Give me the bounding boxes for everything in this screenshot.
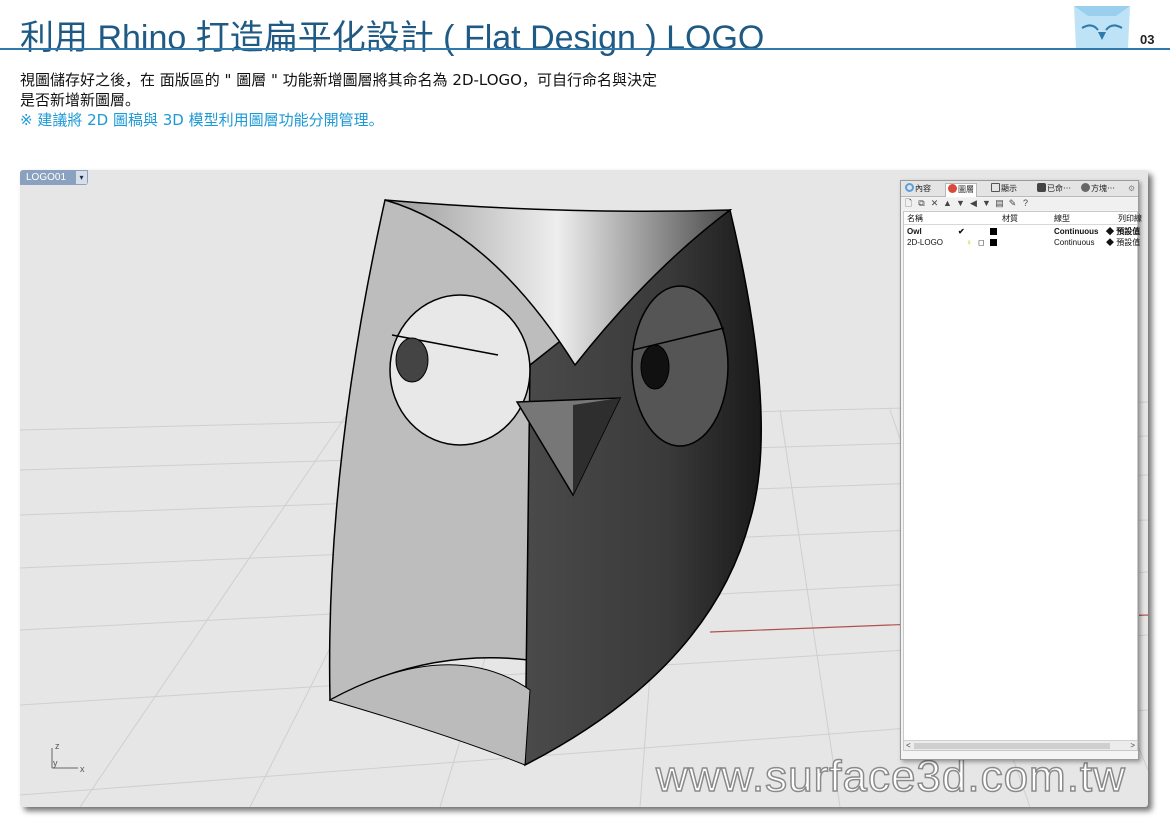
page-number: 03	[1140, 32, 1155, 47]
help-icon[interactable]: ?	[1021, 199, 1030, 208]
panel-tab-bar: 內容 圖層 顯示 已命⋯ 方塊⋯ ⚙	[901, 181, 1138, 197]
move-parent-icon[interactable]: ◀	[969, 199, 978, 208]
title-underline	[0, 48, 1170, 50]
tab-layers[interactable]: 圖層	[945, 183, 977, 197]
col-material[interactable]: 材質	[1002, 213, 1018, 224]
move-up-icon[interactable]: ▲	[943, 199, 952, 208]
axis-z-label: z	[55, 741, 60, 751]
tab-display[interactable]: 顯示	[989, 183, 1019, 197]
owl-3d-model	[328, 199, 762, 767]
display-icon	[991, 183, 1000, 192]
move-down-icon[interactable]: ▼	[956, 199, 965, 208]
layers-panel: 內容 圖層 顯示 已命⋯ 方塊⋯ ⚙ 🗋 ⧉ ✕ ▲ ▼ ◀ ▼ ▤ ✎ ? 名…	[900, 180, 1142, 760]
layer-toolbar: 🗋 ⧉ ✕ ▲ ▼ ◀ ▼ ▤ ✎ ?	[901, 198, 1138, 210]
delete-layer-icon[interactable]: ✕	[930, 199, 939, 208]
layer-color-swatch[interactable]	[990, 228, 997, 235]
layer-visible-bulb-icon[interactable]: ♀	[966, 237, 972, 248]
layer-name: Owl	[907, 227, 922, 236]
owl-left-pupil	[395, 337, 429, 383]
scroll-left-icon[interactable]: <	[906, 741, 911, 751]
named-views-icon	[1037, 183, 1046, 192]
viewport-menu-caret-icon[interactable]: ▾	[76, 171, 87, 184]
page-title: 利用 Rhino 打造扁平化設計 ( Flat Design ) LOGO	[20, 19, 765, 57]
layer-linetype[interactable]: Continuous	[1054, 226, 1098, 237]
axis-x-label: x	[80, 764, 85, 774]
layer-row-owl[interactable]: Owl ✔ Continuous ◆ 預設值	[904, 226, 1140, 237]
instruction-note: ※ 建議將 2D 圖稿與 3D 模型利用圖層功能分開管理。	[20, 111, 384, 129]
owl-logo-icon	[1074, 6, 1130, 48]
layer-linetype[interactable]: Continuous	[1054, 237, 1094, 248]
scroll-right-icon[interactable]: >	[1130, 741, 1135, 751]
instructions: 視圖儲存好之後，在 面版區的 " 圖層 " 功能新增圖層將其命名為 2D-LOG…	[20, 70, 840, 130]
col-linetype[interactable]: 線型	[1054, 213, 1070, 224]
tab-properties[interactable]: 內容	[903, 183, 933, 197]
tab-blocks[interactable]: 方塊⋯	[1079, 183, 1117, 197]
layer-table-header: 名稱 材質 線型 列印線	[904, 212, 1142, 225]
layers-icon	[948, 184, 957, 193]
layer-row-2d-logo[interactable]: 2D-LOGO ♀ ◻ Continuous ◆ 預設值	[904, 237, 1140, 248]
panel-options-icon[interactable]: ⚙	[1126, 183, 1137, 197]
horizontal-scrollbar[interactable]: < >	[904, 740, 1137, 750]
current-layer-check-icon[interactable]: ✔	[958, 226, 965, 237]
scrollbar-thumb[interactable]	[914, 743, 1110, 749]
instruction-line-2: 是否新增新圖層。	[20, 91, 141, 109]
layer-lock-icon[interactable]: ◻	[978, 237, 985, 248]
new-layer-icon[interactable]: 🗋	[904, 199, 913, 208]
tools-icon[interactable]: ✎	[1008, 199, 1017, 208]
viewport-title-tab[interactable]: LOGO01 ▾	[20, 170, 88, 185]
layer-print[interactable]: ◆ 預設值	[1106, 226, 1140, 237]
col-print[interactable]: 列印線	[1118, 213, 1142, 224]
layer-name: 2D-LOGO	[907, 238, 944, 247]
owl-right-pupil	[640, 344, 670, 390]
layer-table: 名稱 材質 線型 列印線 Owl ✔ Continuous ◆ 預設值 2D-L…	[903, 211, 1142, 751]
filter-icon[interactable]: ▼	[982, 199, 991, 208]
col-name[interactable]: 名稱	[907, 213, 923, 224]
properties-icon	[905, 183, 914, 192]
viewport-title: LOGO01	[26, 172, 67, 183]
instruction-line-1: 視圖儲存好之後，在 面版區的 " 圖層 " 功能新增圖層將其命名為 2D-LOG…	[20, 71, 657, 89]
tab-named-views[interactable]: 已命⋯	[1035, 183, 1073, 197]
new-sublayer-icon[interactable]: ⧉	[917, 199, 926, 208]
blocks-icon	[1081, 183, 1090, 192]
rhino-perspective-viewport[interactable]: LOGO01 ▾ z y x www.surface3d.com.tw 內容 圖…	[20, 170, 1148, 807]
layer-color-swatch[interactable]	[990, 239, 997, 246]
layer-print[interactable]: ◆ 預設值	[1106, 237, 1140, 248]
copy-icon[interactable]: ▤	[995, 199, 1004, 208]
axis-y-label: y	[53, 758, 58, 768]
